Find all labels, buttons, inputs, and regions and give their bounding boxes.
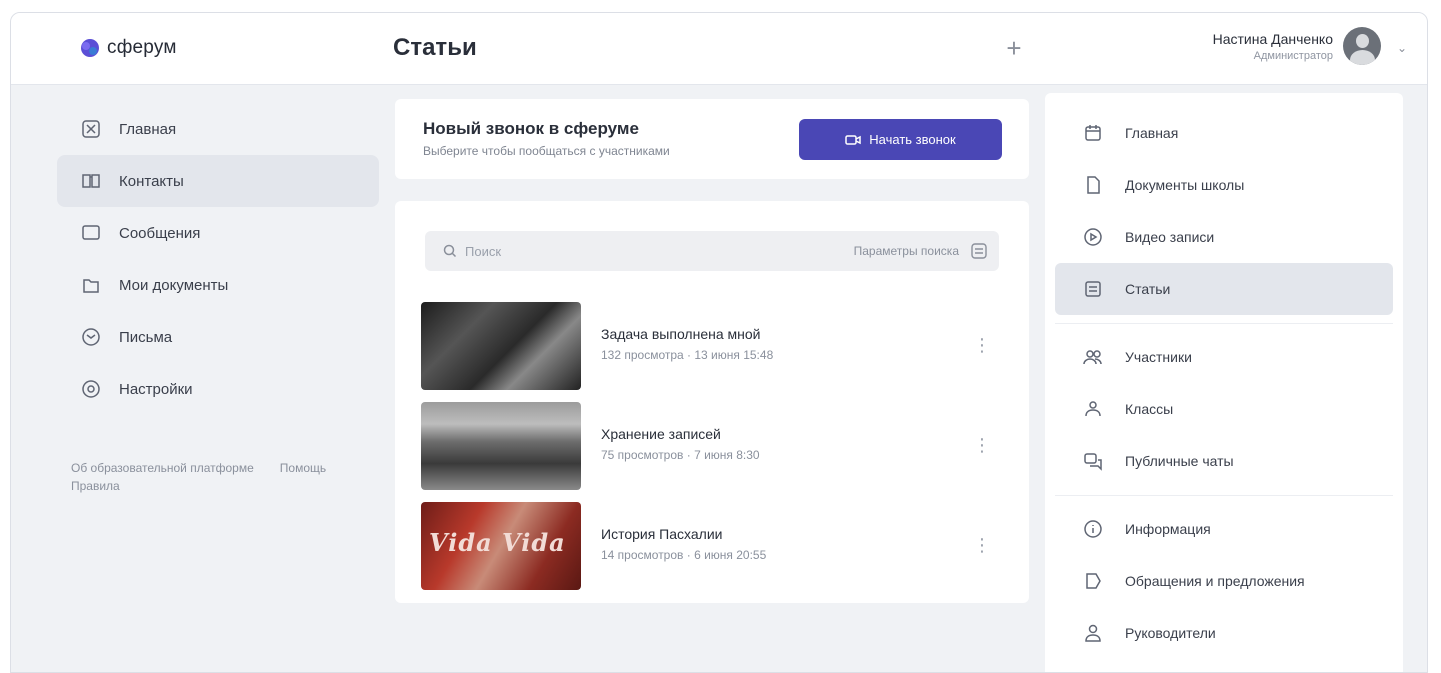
person-icon [1085, 624, 1101, 642]
community-item-label: Руководители [1125, 625, 1216, 641]
community-item-info[interactable]: Информация [1055, 503, 1393, 555]
user-status: Администратор [1253, 49, 1333, 62]
video-icon [1084, 228, 1102, 246]
community-item-label: Публичные чаты [1125, 453, 1234, 469]
article-thumbnail [421, 402, 581, 490]
mail-icon [82, 328, 100, 346]
community-item-video[interactable]: Видео записи [1055, 211, 1393, 263]
community-item-label: Участники [1125, 349, 1192, 365]
sidebar-footer: Об образовательной платформе Помощь Прав… [71, 459, 361, 495]
logo[interactable]: сферум [79, 37, 177, 59]
article-meta: 14 просмотров · 6 июня 20:55 [601, 548, 767, 562]
sidebar-item-label: Настройки [119, 380, 193, 398]
divider [1055, 323, 1393, 324]
app-window: сферум Статьи + Настина Данченко Админис… [10, 12, 1428, 673]
list-item[interactable]: Задача выполнена мной 132 просмотра · 13… [421, 302, 1001, 390]
more-options-icon[interactable]: ⋮ [973, 436, 991, 454]
community-sidebar: Главная Документы школы Видео записи Ста… [1045, 93, 1403, 672]
logo-text: сферум [107, 37, 177, 58]
filter-icon[interactable] [971, 243, 987, 259]
footer-link-rules[interactable]: Правила [71, 477, 361, 495]
document-icon [1087, 176, 1100, 194]
community-item-leaders[interactable]: Руководители [1055, 607, 1393, 659]
community-item-public-chats[interactable]: Публичные чаты [1055, 435, 1393, 487]
footer-link-help[interactable]: Помощь [280, 459, 326, 477]
article-thumbnail: Vida Vida [421, 502, 581, 590]
user-name: Настина Данченко [1212, 30, 1333, 47]
community-item-label: Видео записи [1125, 229, 1215, 245]
sidebar-item-label: Письма [119, 328, 173, 346]
footer-link-about[interactable]: Об образовательной платформе [71, 459, 254, 477]
chats-icon [1084, 453, 1102, 471]
video-camera-icon [845, 134, 862, 145]
more-options-icon[interactable]: ⋮ [973, 336, 991, 354]
divider [1055, 495, 1393, 496]
sidebar-item-documents[interactable]: Мои документы [57, 259, 379, 311]
chat-icon [82, 225, 100, 240]
community-item-members[interactable]: Участники [1055, 331, 1393, 383]
more-options-icon[interactable]: ⋮ [973, 536, 991, 554]
sidebar-item-label: Главная [119, 120, 177, 138]
community-item-label: Главная [1125, 125, 1179, 141]
start-call-label: Начать звонок [869, 132, 956, 147]
new-call-card: Новый звонок в сферуме Выберите чтобы по… [395, 99, 1029, 179]
community-item-label: Классы [1125, 401, 1174, 417]
article-title: История Пасхалии [601, 526, 723, 542]
feedback-icon [1086, 573, 1101, 589]
user-menu[interactable]: Настина Данченко Администратор [1213, 27, 1381, 65]
search-bar: Параметры поиска [425, 231, 999, 271]
page-title: Статьи [393, 34, 477, 61]
list-item[interactable]: Vida Vida История Пасхалии 14 просмотров… [421, 502, 1001, 590]
community-item-home[interactable]: Главная [1055, 107, 1393, 159]
info-icon [1084, 520, 1102, 538]
articles-list-card: Параметры поиска Задача выполнена мной 1… [395, 201, 1029, 603]
community-item-feedback[interactable]: Обращения и предложения [1055, 555, 1393, 607]
article-thumbnail [421, 302, 581, 390]
folder-icon [83, 279, 99, 293]
community-item-label: Информация [1125, 521, 1211, 537]
community-item-label: Статьи [1125, 281, 1171, 297]
thumbnail-caption: Vida Vida [429, 528, 566, 557]
article-icon [1085, 281, 1101, 297]
community-item-articles[interactable]: Статьи [1055, 263, 1393, 315]
article-meta: 132 просмотра · 13 июня 15:48 [601, 348, 774, 362]
article-meta: 75 просмотров · 7 июня 8:30 [601, 448, 760, 462]
add-button[interactable]: + [1001, 35, 1027, 61]
community-item-classes[interactable]: Классы [1055, 383, 1393, 435]
top-bar: сферум Статьи + Настина Данченко Админис… [11, 13, 1427, 85]
community-item-school-documents[interactable]: Документы школы [1055, 159, 1393, 211]
grid-icon [82, 120, 100, 138]
avatar[interactable] [1343, 27, 1381, 65]
search-icon [443, 244, 457, 258]
search-params-link[interactable]: Параметры поиска [854, 244, 959, 258]
sidebar-item-label: Сообщения [119, 224, 201, 242]
logo-icon [81, 39, 99, 57]
users-icon [1083, 350, 1102, 365]
left-sidebar: Главная Контакты Сообщения Мои документы… [57, 103, 379, 415]
sidebar-item-messages[interactable]: Сообщения [57, 207, 379, 259]
chevron-down-icon[interactable]: ⌄ [1397, 41, 1407, 55]
sidebar-item-label: Мои документы [119, 276, 229, 294]
gear-icon [82, 380, 100, 398]
sidebar-item-settings[interactable]: Настройки [57, 363, 379, 415]
search-input[interactable] [465, 231, 805, 271]
list-item[interactable]: Хранение записей 75 просмотров · 7 июня … [421, 402, 1001, 490]
article-title: Хранение записей [601, 426, 721, 442]
sidebar-item-label: Контакты [119, 172, 184, 190]
start-call-button[interactable]: Начать звонок [799, 119, 1002, 160]
community-item-label: Обращения и предложения [1125, 573, 1305, 589]
book-icon [82, 174, 100, 188]
sidebar-item-contacts[interactable]: Контакты [57, 155, 379, 207]
sidebar-item-mail[interactable]: Письма [57, 311, 379, 363]
sidebar-item-home[interactable]: Главная [57, 103, 379, 155]
calendar-icon [1085, 125, 1101, 141]
community-item-label: Документы школы [1125, 177, 1245, 193]
article-title: Задача выполнена мной [601, 326, 761, 342]
call-card-title: Новый звонок в сферуме [423, 119, 639, 138]
classes-icon [1085, 401, 1101, 417]
call-card-subtitle: Выберите чтобы пообщаться с участниками [423, 144, 670, 158]
